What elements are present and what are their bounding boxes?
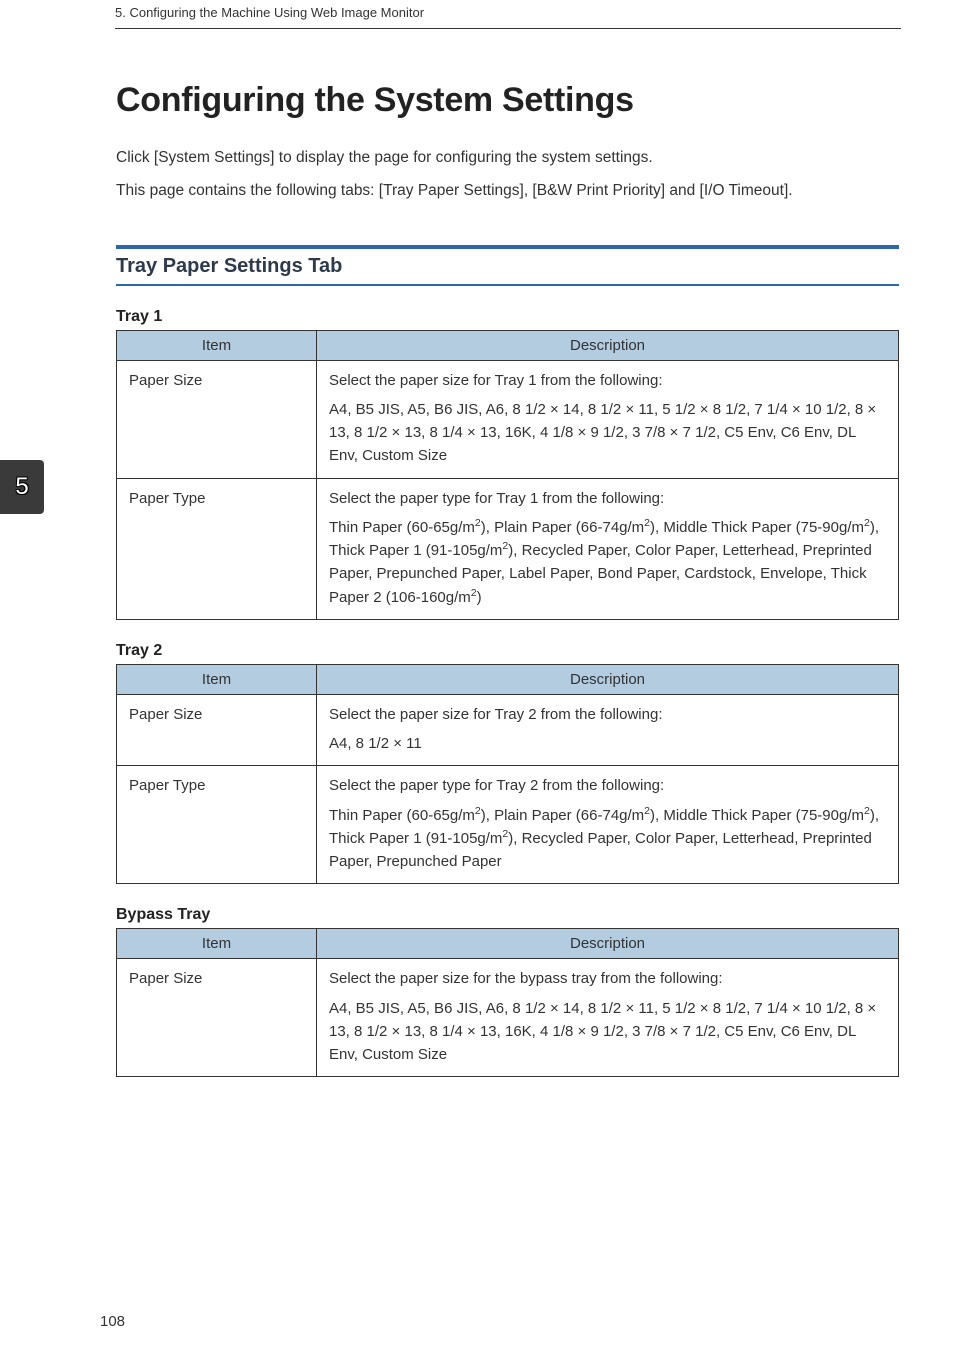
desc-line: A4, 8 1/2 × 11 (329, 732, 886, 755)
chapter-number: 5 (15, 473, 28, 501)
col-header-desc: Description (317, 664, 899, 694)
desc-line: Select the paper size for Tray 1 from th… (329, 369, 886, 392)
col-header-item: Item (117, 664, 317, 694)
cell-item: Paper Size (117, 959, 317, 1077)
table-header-row: Item Description (117, 330, 899, 360)
table-tray2: Item Description Paper Size Select the p… (116, 664, 899, 885)
cell-desc: Select the paper type for Tray 1 from th… (317, 478, 899, 619)
desc-line: A4, B5 JIS, A5, B6 JIS, A6, 8 1/2 × 14, … (329, 997, 886, 1067)
desc-line: Thin Paper (60-65g/m2), Plain Paper (66-… (329, 804, 886, 874)
col-header-item: Item (117, 929, 317, 959)
col-header-item: Item (117, 330, 317, 360)
desc-line: Select the paper size for the bypass tra… (329, 967, 886, 990)
desc-line: Select the paper type for Tray 2 from th… (329, 774, 886, 797)
intro-paragraph-1: Click [System Settings] to display the p… (116, 146, 899, 169)
cell-desc: Select the paper size for the bypass tra… (317, 959, 899, 1077)
table-header-row: Item Description (117, 929, 899, 959)
intro-paragraph-2: This page contains the following tabs: [… (116, 179, 899, 202)
table-row: Paper Size Select the paper size for Tra… (117, 694, 899, 766)
desc-line: Select the paper type for Tray 1 from th… (329, 487, 886, 510)
cell-desc: Select the paper size for Tray 2 from th… (317, 694, 899, 766)
desc-line: A4, B5 JIS, A5, B6 JIS, A6, 8 1/2 × 14, … (329, 398, 886, 468)
breadcrumb: 5. Configuring the Machine Using Web Ima… (115, 5, 424, 20)
col-header-desc: Description (317, 330, 899, 360)
table-bypass: Item Description Paper Size Select the p… (116, 928, 899, 1077)
table-row: Paper Size Select the paper size for Tra… (117, 360, 899, 478)
table-row: Paper Type Select the paper type for Tra… (117, 478, 899, 619)
page-number: 108 (100, 1313, 125, 1330)
page-header: 5. Configuring the Machine Using Web Ima… (115, 0, 901, 29)
section-header-wrap: Tray Paper Settings Tab (116, 245, 899, 286)
section-header: Tray Paper Settings Tab (116, 255, 899, 286)
page-title: Configuring the System Settings (116, 81, 899, 120)
table-row: Paper Size Select the paper size for the… (117, 959, 899, 1077)
cell-item: Paper Type (117, 766, 317, 884)
col-header-desc: Description (317, 929, 899, 959)
cell-item: Paper Type (117, 478, 317, 619)
table-row: Paper Type Select the paper type for Tra… (117, 766, 899, 884)
table-caption-tray1: Tray 1 (116, 308, 899, 326)
desc-line: Select the paper size for Tray 2 from th… (329, 703, 886, 726)
desc-line: Thin Paper (60-65g/m2), Plain Paper (66-… (329, 516, 886, 609)
cell-item: Paper Size (117, 694, 317, 766)
cell-desc: Select the paper size for Tray 1 from th… (317, 360, 899, 478)
table-caption-bypass: Bypass Tray (116, 906, 899, 924)
table-tray1: Item Description Paper Size Select the p… (116, 330, 899, 620)
table-caption-tray2: Tray 2 (116, 642, 899, 660)
chapter-tab: 5 (0, 460, 44, 514)
cell-item: Paper Size (117, 360, 317, 478)
table-header-row: Item Description (117, 664, 899, 694)
cell-desc: Select the paper type for Tray 2 from th… (317, 766, 899, 884)
